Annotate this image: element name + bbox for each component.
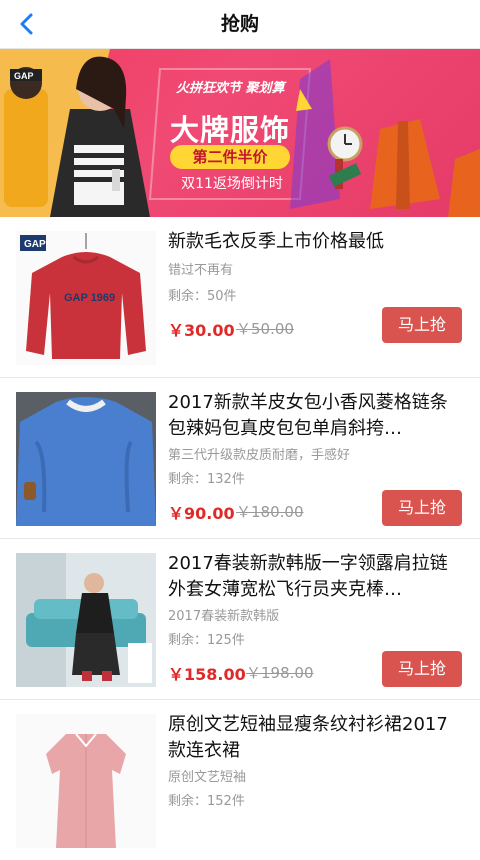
buy-now-button[interactable]: 马上抢 bbox=[382, 307, 462, 343]
product-subtitle: 错过不再有 bbox=[168, 263, 234, 278]
product-old-price: ￥180.00 bbox=[236, 503, 304, 521]
product-stock: 剩余：50件 bbox=[168, 289, 237, 304]
nav-bar: 抢购 bbox=[0, 0, 480, 49]
product-image bbox=[16, 392, 156, 526]
product-title: 原创文艺短袖显瘦条纹衬衫裙2017款连衣裙 bbox=[168, 714, 448, 761]
banner-brand-cap: GAP bbox=[14, 71, 34, 81]
product-subtitle: 第三代升级款皮质耐磨，手感好 bbox=[168, 448, 351, 463]
banner-headline: 大牌服饰 bbox=[169, 113, 290, 147]
buy-now-button[interactable]: 马上抢 bbox=[382, 651, 462, 687]
product-image bbox=[16, 553, 156, 687]
product-item[interactable]: 2017春装新款韩版一字领露肩拉链外套女薄宽松飞行员夹克棒… 2017春装新款韩… bbox=[0, 539, 480, 700]
product-price: ￥30.00 bbox=[168, 321, 235, 340]
banner-tag: 火拼狂欢节 聚划算 bbox=[176, 81, 285, 96]
product-item[interactable]: 原创文艺短袖显瘦条纹衬衫裙2017款连衣裙 原创文艺短袖 剩余：152件 bbox=[0, 700, 480, 860]
product-title: 2017新款羊皮女包小香风菱格链条包辣妈包真皮包包单肩斜挎… bbox=[168, 392, 448, 439]
thumb-logo: GAP bbox=[24, 239, 46, 250]
product-price: ￥158.00 bbox=[168, 665, 246, 684]
product-title: 新款毛衣反季上市价格最低 bbox=[168, 231, 384, 252]
page-title: 抢购 bbox=[220, 13, 259, 35]
product-old-price: ￥50.00 bbox=[236, 320, 294, 338]
product-item[interactable]: GAP GAP 1969 新款毛衣反季上市价格最低 错过不再有 剩余：50件 ￥… bbox=[0, 217, 480, 378]
product-stock: 剩余：132件 bbox=[168, 472, 245, 487]
banner-ribbon: 第二件半价 bbox=[170, 145, 290, 169]
buy-now-button[interactable]: 马上抢 bbox=[382, 490, 462, 526]
product-image bbox=[16, 714, 156, 848]
product-image: GAP GAP 1969 bbox=[16, 231, 156, 365]
promo-banner[interactable]: GAP 火拼狂欢节 聚划算 大牌服饰 第二件半价 双11返场倒计时 bbox=[0, 49, 480, 217]
product-list: GAP GAP 1969 新款毛衣反季上市价格最低 错过不再有 剩余：50件 ￥… bbox=[0, 217, 480, 860]
product-title: 2017春装新款韩版一字领露肩拉链外套女薄宽松飞行员夹克棒… bbox=[168, 553, 448, 600]
product-price: ￥90.00 bbox=[168, 504, 235, 523]
product-subtitle: 原创文艺短袖 bbox=[168, 770, 247, 785]
banner-subline: 双11返场倒计时 bbox=[181, 176, 283, 192]
product-stock: 剩余：125件 bbox=[168, 633, 245, 648]
thumb-print: GAP 1969 bbox=[64, 292, 115, 304]
product-item[interactable]: 2017新款羊皮女包小香风菱格链条包辣妈包真皮包包单肩斜挎… 第三代升级款皮质耐… bbox=[0, 378, 480, 539]
product-subtitle: 2017春装新款韩版 bbox=[168, 609, 280, 624]
product-old-price: ￥198.00 bbox=[246, 664, 314, 682]
